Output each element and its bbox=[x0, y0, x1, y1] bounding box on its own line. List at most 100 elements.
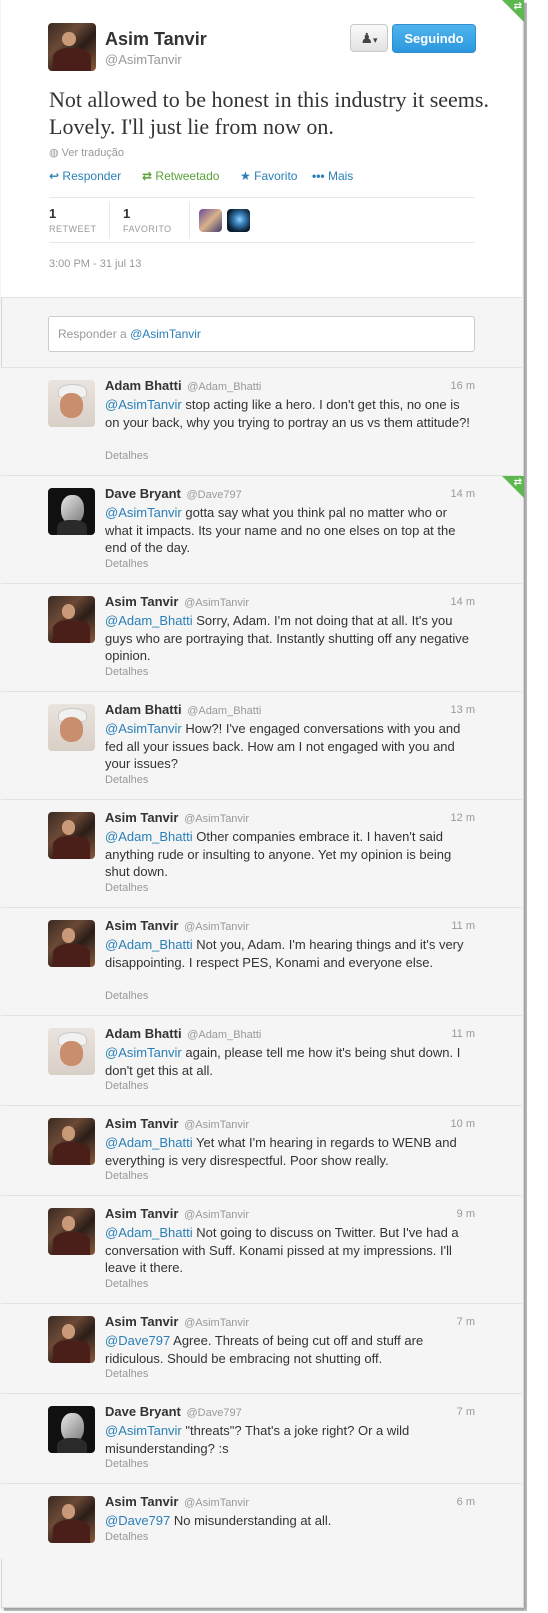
author-name[interactable]: Asim Tanvir bbox=[105, 29, 207, 50]
reply-tweet[interactable]: Asim Tanvir @AsimTanvir 6 m @Dave797 No … bbox=[1, 1483, 522, 1559]
reply-author[interactable]: Adam Bhatti @Adam_Bhatti bbox=[105, 378, 261, 393]
retweeted-label: Retweetado bbox=[155, 169, 220, 183]
reply-tweet[interactable]: Asim Tanvir @AsimTanvir 9 m @Adam_Bhatti… bbox=[1, 1195, 522, 1303]
reply-tweet[interactable]: Asim Tanvir @AsimTanvir 11 m @Adam_Bhatt… bbox=[1, 907, 522, 1015]
favoriter-avatar[interactable] bbox=[227, 209, 250, 232]
reply-time[interactable]: 6 m bbox=[457, 1496, 475, 1508]
reply-time[interactable]: 9 m bbox=[457, 1208, 475, 1220]
reply-time[interactable]: 14 m bbox=[451, 488, 475, 500]
reply-input[interactable]: Responder a @AsimTanvir bbox=[48, 316, 475, 352]
reply-details-link[interactable]: Detalhes bbox=[105, 774, 148, 786]
reply-details-link[interactable]: Detalhes bbox=[105, 882, 148, 894]
reply-avatar[interactable] bbox=[48, 380, 95, 427]
reply-mention[interactable]: @AsimTanvir bbox=[105, 721, 182, 736]
reply-tweet[interactable]: Asim Tanvir @AsimTanvir 14 m @Adam_Bhatt… bbox=[1, 583, 522, 691]
reply-action[interactable]: ↩ Responder bbox=[49, 169, 121, 183]
reply-mention[interactable]: @Adam_Bhatti bbox=[105, 829, 193, 844]
reply-author-name: Asim Tanvir bbox=[105, 594, 179, 609]
reply-details-link[interactable]: Detalhes bbox=[105, 1278, 148, 1290]
author-handle[interactable]: @AsimTanvir bbox=[105, 52, 182, 67]
reply-details-link[interactable]: Detalhes bbox=[105, 1531, 148, 1543]
favorite-action[interactable]: ★ Favorito bbox=[240, 169, 297, 183]
reply-tweet[interactable]: Asim Tanvir @AsimTanvir 12 m @Adam_Bhatt… bbox=[1, 799, 522, 907]
reply-author[interactable]: Adam Bhatti @Adam_Bhatti bbox=[105, 1026, 261, 1041]
reply-time[interactable]: 11 m bbox=[451, 1028, 475, 1040]
reply-author[interactable]: Dave Bryant @Dave797 bbox=[105, 486, 242, 501]
reply-author[interactable]: Asim Tanvir @AsimTanvir bbox=[105, 810, 249, 825]
translate-link[interactable]: ◍ Ver tradução bbox=[49, 146, 124, 159]
reply-time[interactable]: 7 m bbox=[457, 1406, 475, 1418]
reply-details-link[interactable]: Detalhes bbox=[105, 558, 148, 570]
reply-tweet[interactable]: Asim Tanvir @AsimTanvir 10 m @Adam_Bhatt… bbox=[1, 1105, 522, 1195]
reply-mention[interactable]: @AsimTanvir bbox=[105, 505, 182, 520]
reply-mention[interactable]: @AsimTanvir bbox=[105, 1045, 182, 1060]
reply-time[interactable]: 11 m bbox=[451, 920, 475, 932]
reply-author-handle: @AsimTanvir bbox=[184, 1317, 250, 1329]
reply-details-link[interactable]: Detalhes bbox=[105, 1368, 148, 1380]
reply-mention[interactable]: @Adam_Bhatti bbox=[105, 1135, 193, 1150]
reply-avatar[interactable] bbox=[48, 1406, 95, 1453]
reply-details-link[interactable]: Detalhes bbox=[105, 990, 148, 1002]
reply-avatar[interactable] bbox=[48, 1316, 95, 1363]
author-avatar[interactable] bbox=[48, 23, 96, 71]
tweet-timestamp[interactable]: 3:00 PM - 31 jul 13 bbox=[49, 258, 141, 270]
reply-mention[interactable]: @AsimTanvir bbox=[105, 397, 182, 412]
reply-avatar[interactable] bbox=[48, 1208, 95, 1255]
reply-mention[interactable]: @AsimTanvir bbox=[105, 1423, 182, 1438]
retweet-count[interactable]: 1 bbox=[49, 206, 56, 221]
reply-author-handle: @AsimTanvir bbox=[184, 921, 250, 933]
reply-avatar[interactable] bbox=[48, 704, 95, 751]
reply-time[interactable]: 7 m bbox=[457, 1316, 475, 1328]
reply-avatar[interactable] bbox=[48, 596, 95, 643]
reply-author[interactable]: Dave Bryant @Dave797 bbox=[105, 1404, 242, 1419]
reply-author-name: Asim Tanvir bbox=[105, 1206, 179, 1221]
retweeted-action[interactable]: ⇄ Retweetado bbox=[142, 169, 219, 183]
reply-time[interactable]: 10 m bbox=[451, 1118, 475, 1130]
reply-text: @Adam_Bhatti Other companies embrace it.… bbox=[105, 828, 477, 881]
reply-details-link[interactable]: Detalhes bbox=[105, 1170, 148, 1182]
reply-text: @Adam_Bhatti Not you, Adam. I'm hearing … bbox=[105, 936, 477, 971]
reply-time[interactable]: 16 m bbox=[451, 380, 475, 392]
retweeter-avatar[interactable] bbox=[199, 209, 222, 232]
reply-author[interactable]: Asim Tanvir @AsimTanvir bbox=[105, 1314, 249, 1329]
reply-tweet[interactable]: ⇄ Dave Bryant @Dave797 14 m @AsimTanvir … bbox=[1, 475, 524, 583]
reply-text: @AsimTanvir gotta say what you think pal… bbox=[105, 504, 477, 557]
reply-details-link[interactable]: Detalhes bbox=[105, 666, 148, 678]
following-button[interactable]: Seguindo bbox=[392, 24, 476, 53]
reply-avatar[interactable] bbox=[48, 1118, 95, 1165]
reply-author-name: Dave Bryant bbox=[105, 486, 181, 501]
reply-tweet[interactable]: Asim Tanvir @AsimTanvir 7 m @Dave797 Agr… bbox=[1, 1303, 522, 1393]
reply-author[interactable]: Asim Tanvir @AsimTanvir bbox=[105, 594, 249, 609]
reply-time[interactable]: 12 m bbox=[451, 812, 475, 824]
reply-avatar[interactable] bbox=[48, 812, 95, 859]
reply-author-handle: @AsimTanvir bbox=[184, 597, 250, 609]
reply-time[interactable]: 14 m bbox=[451, 596, 475, 608]
more-action[interactable]: ••• Mais bbox=[312, 169, 353, 183]
reply-text: @Dave797 Agree. Threats of being cut off… bbox=[105, 1332, 477, 1367]
reply-mention[interactable]: @Dave797 bbox=[105, 1513, 170, 1528]
reply-avatar[interactable] bbox=[48, 1028, 95, 1075]
reply-tweet[interactable]: Adam Bhatti @Adam_Bhatti 16 m @AsimTanvi… bbox=[1, 367, 522, 475]
reply-avatar[interactable] bbox=[48, 920, 95, 967]
reply-text: @AsimTanvir How?! I've engaged conversat… bbox=[105, 720, 477, 773]
reply-mention[interactable]: @Adam_Bhatti bbox=[105, 1225, 193, 1240]
reply-author[interactable]: Adam Bhatti @Adam_Bhatti bbox=[105, 702, 261, 717]
reply-mention[interactable]: @Adam_Bhatti bbox=[105, 937, 193, 952]
user-actions-button[interactable]: ♟▾ bbox=[350, 24, 388, 52]
reply-author[interactable]: Asim Tanvir @AsimTanvir bbox=[105, 1116, 249, 1131]
reply-time[interactable]: 13 m bbox=[451, 704, 475, 716]
reply-tweet[interactable]: Adam Bhatti @Adam_Bhatti 13 m @AsimTanvi… bbox=[1, 691, 522, 799]
reply-details-link[interactable]: Detalhes bbox=[105, 1080, 148, 1092]
reply-tweet[interactable]: Adam Bhatti @Adam_Bhatti 11 m @AsimTanvi… bbox=[1, 1015, 522, 1105]
reply-tweet[interactable]: Dave Bryant @Dave797 7 m @AsimTanvir "th… bbox=[1, 1393, 522, 1483]
reply-mention[interactable]: @Dave797 bbox=[105, 1333, 170, 1348]
reply-author[interactable]: Asim Tanvir @AsimTanvir bbox=[105, 1494, 249, 1509]
reply-details-link[interactable]: Detalhes bbox=[105, 450, 148, 462]
reply-details-link[interactable]: Detalhes bbox=[105, 1458, 148, 1470]
reply-author[interactable]: Asim Tanvir @AsimTanvir bbox=[105, 1206, 249, 1221]
favorite-count[interactable]: 1 bbox=[123, 206, 130, 221]
reply-mention[interactable]: @Adam_Bhatti bbox=[105, 613, 193, 628]
reply-author[interactable]: Asim Tanvir @AsimTanvir bbox=[105, 918, 249, 933]
reply-avatar[interactable] bbox=[48, 488, 95, 535]
reply-avatar[interactable] bbox=[48, 1496, 95, 1543]
